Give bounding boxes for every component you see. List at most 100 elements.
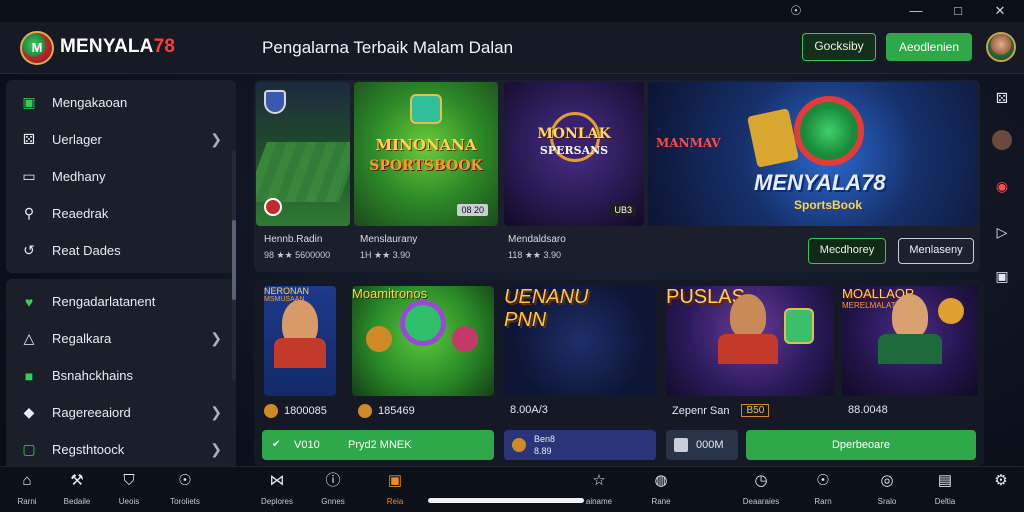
sidebar-item-label: Regalkara (52, 331, 112, 346)
place-bet-button[interactable]: Dperbeoare (746, 430, 976, 460)
bottom-navigation: ⌂ Rarni ⚒ Bedaile ⛉ Ueois ☉ Toroliets ⋈ Deplo… (0, 466, 1024, 512)
nav-label: Gnnes (321, 497, 345, 506)
sidebar-group-account: ♥ Rengadarlatanent △ Regalkara ❯ ■ Bsnah… (6, 279, 236, 472)
hero-button-secondary[interactable]: Menlaseny (898, 238, 974, 264)
sidebar-item-mengakaoan[interactable]: ▣ Mengakaoan (6, 84, 236, 121)
chevron-right-icon: ❯ (210, 330, 222, 346)
featured-tile-football[interactable] (256, 82, 350, 226)
app-header: M MENYALA78 Pengalarna Terbaik Malam Dal… (0, 22, 1024, 74)
chevron-right-icon: ❯ (210, 131, 222, 147)
bet-button-blue-bottom: 8.89 (534, 446, 552, 456)
sidebar-item-label: Mengakaoan (52, 95, 128, 110)
play-icon[interactable]: ▷ (992, 222, 1012, 242)
dice-icon: ⚄ (22, 131, 36, 147)
run-icon: ⚒ (70, 472, 84, 489)
window-titlebar: ☉ — □ ✕ (0, 0, 1024, 22)
nav-item-deplores[interactable]: ⋈ Deplores (252, 471, 302, 506)
game3-art-title: UENANU (504, 286, 589, 308)
chat-icon: ◆ (23, 404, 35, 420)
nav-item-settings[interactable]: ⚙ (976, 471, 1024, 491)
sidebar-item-reat-dades[interactable]: ↺ Reat Dades (6, 232, 236, 269)
game1-value-text: 1800085 (284, 405, 327, 417)
featured-tile-spersans[interactable]: MONLAK SPERSANS UB3 (504, 82, 644, 226)
game-tile-moallaor[interactable]: MOALLAOR MERELMALAT (842, 286, 978, 396)
sidebar-item-label: Medhany (52, 169, 106, 184)
sidebar-item-ragereeaiord[interactable]: ◆ Ragereeaiord ❯ (6, 394, 236, 431)
avatar[interactable] (986, 32, 1016, 62)
game4-badge: B50 (741, 404, 770, 417)
dice-icon[interactable]: ⚄ (992, 88, 1012, 108)
game5-value: 88.0048 (848, 404, 888, 416)
register-button[interactable]: Aeodlenien (886, 33, 972, 61)
record-icon[interactable]: ◉ (992, 176, 1012, 196)
brand-logo[interactable]: M (20, 31, 54, 65)
sidebar-item-bsnahckhains[interactable]: ■ Bsnahckhains (6, 357, 236, 394)
close-icon[interactable]: ✕ (990, 2, 1010, 20)
sidebar-item-label: Regsthtoock (52, 442, 125, 457)
nav-item-rarn[interactable]: ☉ Rarn (798, 471, 848, 506)
nav-label: Toroliets (170, 497, 200, 506)
nav-label: Deaaraies (742, 497, 780, 506)
nav-item-sralo[interactable]: ◎ Sralo (862, 471, 912, 506)
tile1-caption: Hennb.Radin (264, 234, 323, 245)
nav-item-gnnes[interactable]: ⓘ Gnnes (308, 471, 358, 506)
featured-banner-row: Hennb.Radin 98 ★★ 5600000 MINONANA SPORT… (254, 80, 980, 272)
nav-item-rarni[interactable]: ⌂ Rarni (2, 471, 52, 506)
nav-item-deaaraies[interactable]: ◷ Deaaraies (736, 471, 786, 506)
avatar-small-icon[interactable] (992, 130, 1012, 150)
sidebar-item-medhany[interactable]: ▭ Medhany (6, 158, 236, 195)
game-tile-neronan[interactable]: NERONAN MSMUSAAN (264, 286, 336, 396)
login-button[interactable]: Gocksiby (802, 33, 876, 61)
game-tile-puslas[interactable]: PUSLAS (666, 286, 834, 396)
check-icon: ✔ (272, 439, 281, 450)
game-tile-uenanu[interactable]: UENANU PNN (504, 286, 656, 396)
square-icon[interactable]: ▣ (992, 266, 1012, 286)
tile3-art-subtitle: SPERSANS (539, 144, 609, 157)
nav-item-bedaile[interactable]: ⚒ Bedaile (52, 471, 102, 506)
chevron-right-icon: ❯ (210, 441, 222, 457)
nav-item-toroliets[interactable]: ☉ Toroliets (160, 471, 210, 506)
compass-icon: ◎ (880, 472, 894, 489)
coin-icon (938, 298, 964, 324)
hero-small-logo: MANMAV (656, 136, 721, 150)
soccer-ball-icon: ☉ (816, 472, 830, 489)
game-tile-moamitronos[interactable]: Moamitronos (352, 286, 494, 396)
sidebar-item-rengadarlatanent[interactable]: ♥ Rengadarlatanent (6, 283, 236, 320)
history-icon: ↺ (23, 242, 35, 258)
shield-icon: ⛉ (123, 472, 135, 489)
monitor-icon: ▭ (22, 168, 36, 184)
nav-item-reia[interactable]: ▣ Reia (370, 471, 420, 506)
maximize-icon[interactable]: □ (948, 2, 968, 20)
featured-tile-sportsbook[interactable]: MINONANA SPORTSBOOK 08 20 (354, 82, 498, 226)
chip-icon (794, 96, 864, 166)
home-indicator[interactable] (428, 498, 584, 503)
calendar-icon: ▣ (22, 94, 36, 110)
tile3-badge: UB3 (610, 204, 636, 216)
gold-bar-icon (747, 108, 799, 168)
ticket-icon (674, 438, 688, 452)
bet-button-left-label: V010 (294, 439, 320, 451)
brand-name[interactable]: MENYALA78 (60, 36, 175, 58)
sidebar-scrollbar-thumb[interactable] (232, 220, 236, 300)
info-icon: ⓘ (325, 472, 341, 489)
hero-banner[interactable]: MANMAV MENYALA78 SportsBook (648, 82, 978, 226)
tile2-rating: 1H ★★ 3.90 (360, 250, 411, 260)
trophy-icon (784, 308, 814, 344)
bet-button-blue[interactable]: Ben8 8.89 (504, 430, 656, 460)
minimize-icon[interactable]: — (906, 2, 926, 20)
sidebar-item-regalkara[interactable]: △ Regalkara ❯ (6, 320, 236, 357)
nav-item-rane[interactable]: ◍ Rane (636, 471, 686, 506)
game3-value: 8.00A/3 (510, 404, 548, 416)
sidebar-item-regsthtoock[interactable]: ▢ Regsthtoock ❯ (6, 431, 236, 468)
nav-item-deltia[interactable]: ▤ Deltia (920, 471, 970, 506)
sidebar-item-uerlager[interactable]: ⚄ Uerlager ❯ (6, 121, 236, 158)
bet-button-green[interactable]: ✔ V010 Pryd2 MNEK (262, 430, 494, 460)
box-icon: ▢ (22, 441, 36, 457)
sidebar-item-reaedrak[interactable]: ⚲ Reaedrak (6, 195, 236, 232)
nav-item-ueois[interactable]: ⛉ Ueois (104, 471, 154, 506)
bet-button-small[interactable]: 000M (666, 430, 738, 460)
ball-icon (264, 198, 282, 216)
hero-button-primary[interactable]: Mecdhorey (808, 238, 886, 264)
game3-art-subtitle: PNN (504, 309, 547, 331)
nav-label: Rarn (814, 497, 832, 506)
